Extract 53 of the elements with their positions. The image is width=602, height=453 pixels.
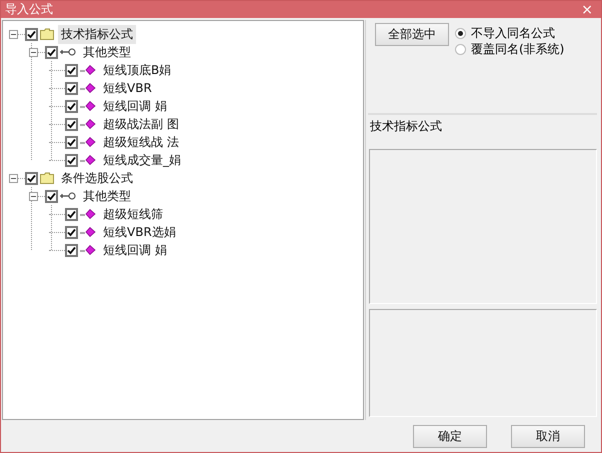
tree-item[interactable]: 短线回调 娟 — [100, 96, 170, 116]
radio-button[interactable] — [455, 44, 466, 55]
tree-item[interactable]: 超级短线筛 — [100, 204, 166, 224]
select-all-button[interactable]: 全部选中 — [375, 23, 449, 46]
diamond-icon — [80, 227, 96, 237]
radio-label[interactable]: 不导入同名公式 — [471, 25, 555, 42]
diamond-icon — [80, 83, 96, 93]
checkbox[interactable] — [45, 190, 58, 202]
key-icon — [60, 192, 76, 200]
diamond-icon — [80, 119, 96, 129]
dialog-button[interactable]: 取消 — [511, 424, 585, 448]
close-button[interactable]: × — [577, 2, 597, 18]
tree-item[interactable]: 技术指标公式 — [58, 24, 136, 44]
checkbox[interactable] — [65, 208, 78, 220]
checkbox[interactable] — [65, 244, 78, 256]
collapse-icon[interactable] — [29, 192, 38, 200]
checkbox[interactable] — [25, 172, 38, 184]
checkbox[interactable] — [65, 226, 78, 238]
key-icon — [60, 48, 76, 56]
checkbox[interactable] — [25, 28, 38, 40]
folder-icon — [40, 172, 54, 184]
tree-item[interactable]: 其他类型 — [80, 42, 134, 62]
diamond-icon — [80, 65, 96, 75]
radio-label[interactable]: 覆盖同名(非系统) — [471, 41, 564, 58]
tree-item[interactable]: 超级短线战 法 — [100, 132, 182, 152]
tree-item[interactable]: 其他类型 — [80, 186, 134, 206]
tree-item[interactable]: 短线回调 娟 — [100, 240, 170, 260]
window-title: 导入公式 — [5, 1, 53, 18]
collapse-icon[interactable] — [9, 174, 18, 182]
tree-item[interactable]: 条件选股公式 — [58, 168, 136, 188]
tree-item[interactable]: 超级战法副 图 — [100, 114, 182, 134]
diamond-icon — [80, 209, 96, 219]
folder-icon — [40, 28, 54, 40]
checkbox[interactable] — [65, 100, 78, 112]
checkbox[interactable] — [65, 136, 78, 148]
diamond-icon — [80, 155, 96, 165]
checkbox[interactable] — [65, 64, 78, 76]
diamond-icon — [80, 101, 96, 111]
tree-item[interactable]: 短线VBR — [100, 78, 155, 98]
collapse-icon[interactable] — [9, 30, 18, 38]
checkbox[interactable] — [65, 154, 78, 166]
dialog-button[interactable]: 确定 — [413, 424, 487, 448]
category-label: 技术指标公式 — [368, 113, 597, 147]
radio-button[interactable] — [455, 28, 466, 39]
tree-item[interactable]: 短线成交量_娟 — [100, 150, 184, 170]
tree-item[interactable]: 短线顶底B娟 — [100, 60, 174, 80]
checkbox[interactable] — [65, 118, 78, 130]
checkbox[interactable] — [65, 82, 78, 94]
diamond-icon — [80, 245, 96, 255]
collapse-icon[interactable] — [29, 48, 38, 56]
checkbox[interactable] — [45, 46, 58, 58]
diamond-icon — [80, 137, 96, 147]
tree-item[interactable]: 短线VBR选娟 — [100, 222, 179, 242]
